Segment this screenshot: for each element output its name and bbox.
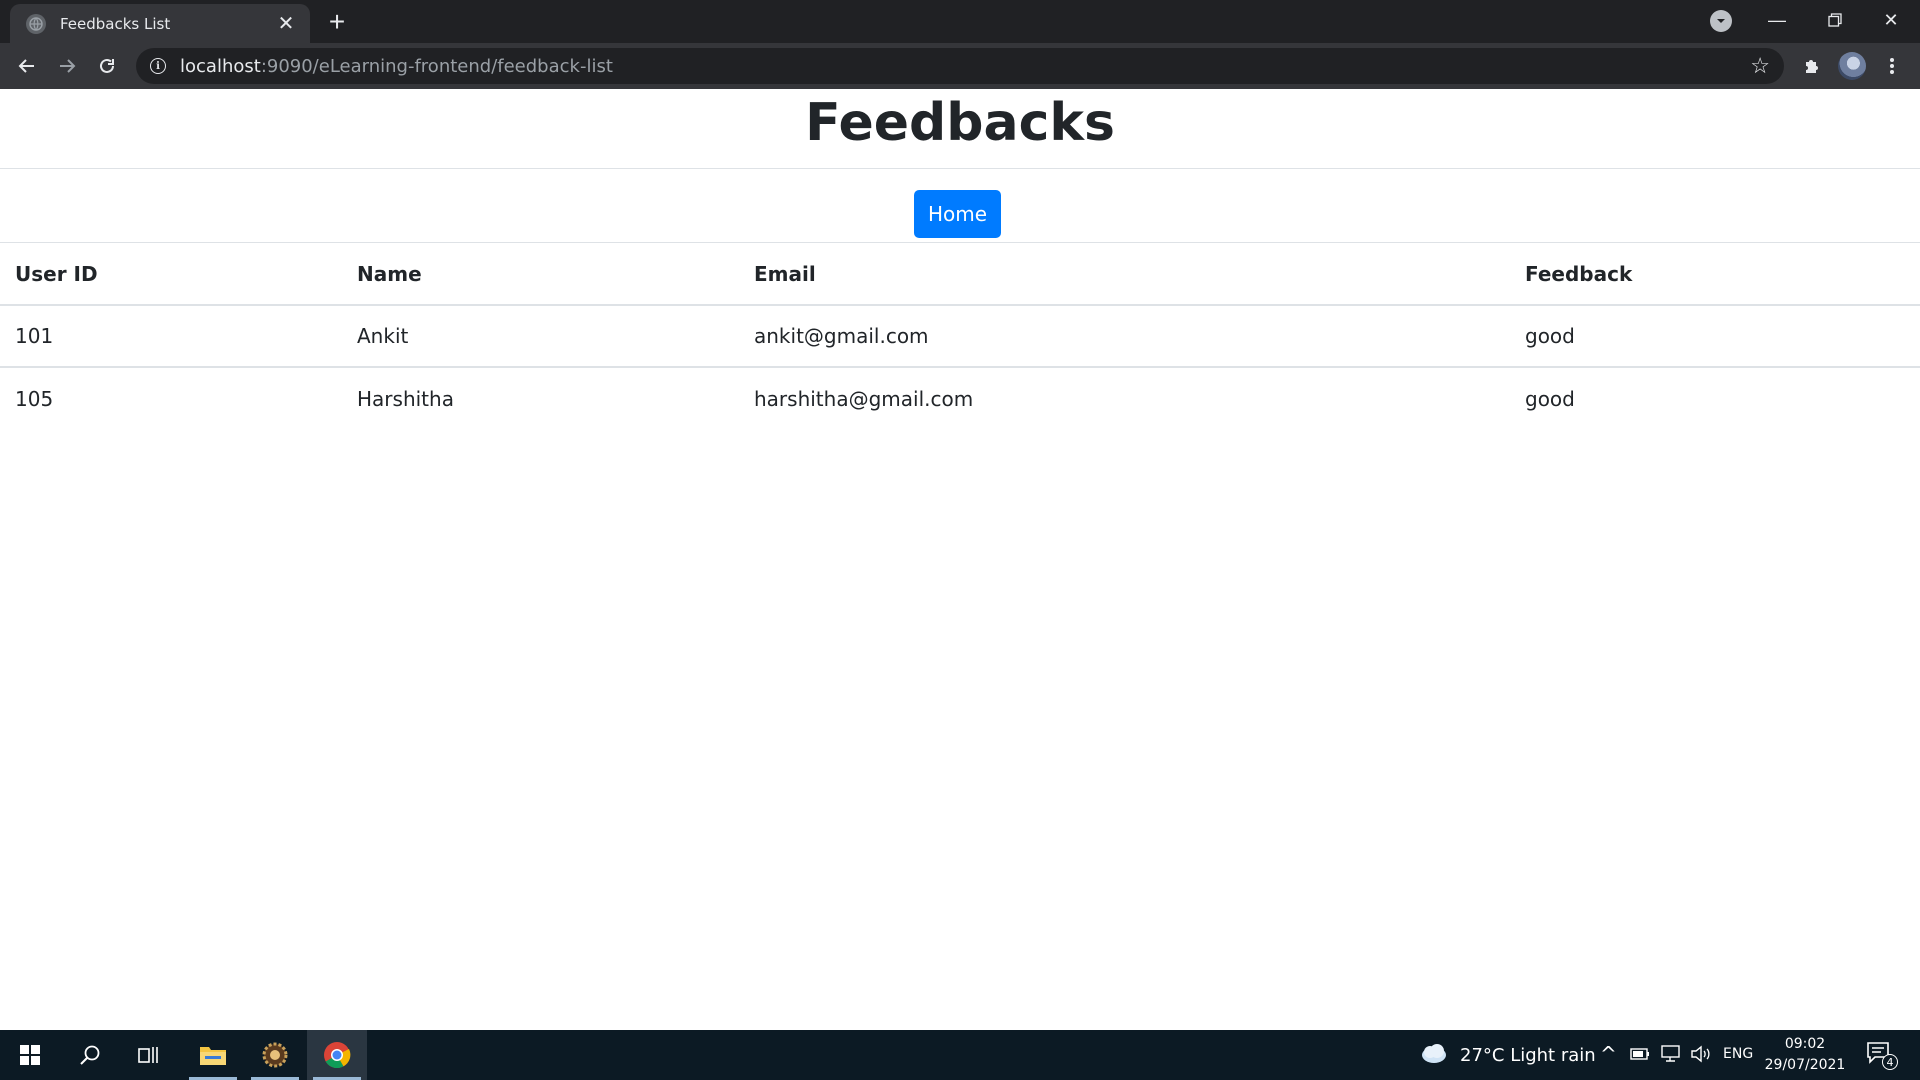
language-indicator[interactable]: ENG (1723, 1046, 1753, 1062)
table-row: 101 Ankit ankit@gmail.com good (0, 305, 1920, 368)
cell-name: Ankit (342, 305, 739, 368)
page-content: Feedbacks Home User ID Name Email Feedba… (0, 89, 1920, 1030)
windows-taskbar: 27°C Light rain ^ ENG 09:02 29/07/2021 4 (0, 1030, 1920, 1080)
back-arrow-icon[interactable] (11, 50, 43, 82)
battery-icon[interactable] (1630, 1047, 1650, 1066)
system-clock[interactable]: 09:02 29/07/2021 (1760, 1034, 1850, 1076)
address-bar[interactable]: i localhost:9090/eLearning-frontend/feed… (136, 48, 1784, 84)
new-tab-icon[interactable]: + (322, 6, 352, 38)
window-close-icon[interactable]: ✕ (1862, 0, 1920, 40)
clock-time: 09:02 (1784, 1036, 1826, 1052)
forward-arrow-icon[interactable] (51, 50, 83, 82)
browser-tab[interactable]: Feedbacks List ✕ (10, 4, 310, 43)
file-explorer-icon[interactable] (183, 1030, 243, 1080)
cell-user-id: 101 (0, 305, 342, 368)
cell-name: Harshitha (357, 386, 454, 411)
notifications-icon[interactable]: 4 (1866, 1040, 1900, 1072)
cell-feedback: good (1525, 386, 1575, 411)
bookmark-star-icon[interactable]: ☆ (1750, 53, 1770, 79)
cell-email: harshitha@gmail.com (754, 386, 974, 411)
browser-toolbar: i localhost:9090/eLearning-frontend/feed… (0, 43, 1920, 89)
windows-start-icon[interactable] (0, 1030, 60, 1080)
notification-count-badge: 4 (1882, 1054, 1898, 1070)
site-info-icon[interactable]: i (150, 58, 166, 74)
column-header-user-id: User ID (0, 243, 342, 306)
minimize-icon[interactable]: — (1748, 0, 1806, 40)
chrome-taskbar-icon[interactable] (307, 1030, 367, 1080)
url-path: :9090/eLearning-frontend/feedback-list (260, 55, 613, 77)
restore-icon[interactable] (1806, 0, 1864, 40)
feedback-table: User ID Name Email Feedback 101 Ankit an… (0, 243, 1920, 429)
network-icon[interactable] (1660, 1045, 1682, 1068)
tab-title: Feedbacks List (60, 14, 171, 33)
reload-icon[interactable] (91, 50, 123, 82)
weather-cloud-icon[interactable] (1420, 1042, 1448, 1071)
divider (0, 168, 1920, 169)
tab-close-icon[interactable]: ✕ (274, 11, 298, 36)
profile-avatar[interactable] (1836, 50, 1868, 82)
column-header-email: Email (739, 243, 1510, 306)
url-host: localhost (180, 55, 261, 77)
table-header-row: User ID Name Email Feedback (0, 243, 1920, 306)
browser-tab-strip: Feedbacks List ✕ + — ✕ (0, 0, 1920, 43)
search-icon[interactable] (60, 1030, 120, 1080)
cell-email: ankit@gmail.com (739, 305, 1510, 368)
page-title: Feedbacks (805, 93, 1115, 153)
volume-icon[interactable] (1690, 1045, 1712, 1068)
globe-icon (26, 13, 46, 34)
settings-gear-icon[interactable] (245, 1030, 305, 1080)
clock-date: 29/07/2021 (1764, 1057, 1846, 1073)
tab-search-icon[interactable] (1710, 10, 1732, 32)
tray-chevron-up-icon[interactable]: ^ (1600, 1042, 1617, 1066)
browser-menu-icon[interactable] (1876, 50, 1908, 82)
column-header-name: Name (342, 243, 739, 306)
weather-text[interactable]: 27°C Light rain (1460, 1045, 1596, 1066)
cell-feedback: good (1510, 305, 1920, 368)
column-header-feedback: Feedback (1510, 243, 1920, 306)
cell-user-id: 105 (15, 386, 54, 411)
home-button[interactable]: Home (914, 190, 1001, 238)
table-row: 105 Harshitha harshitha@gmail.com good (0, 367, 1920, 429)
extensions-puzzle-icon[interactable] (1796, 50, 1828, 82)
task-view-icon[interactable] (120, 1030, 180, 1080)
